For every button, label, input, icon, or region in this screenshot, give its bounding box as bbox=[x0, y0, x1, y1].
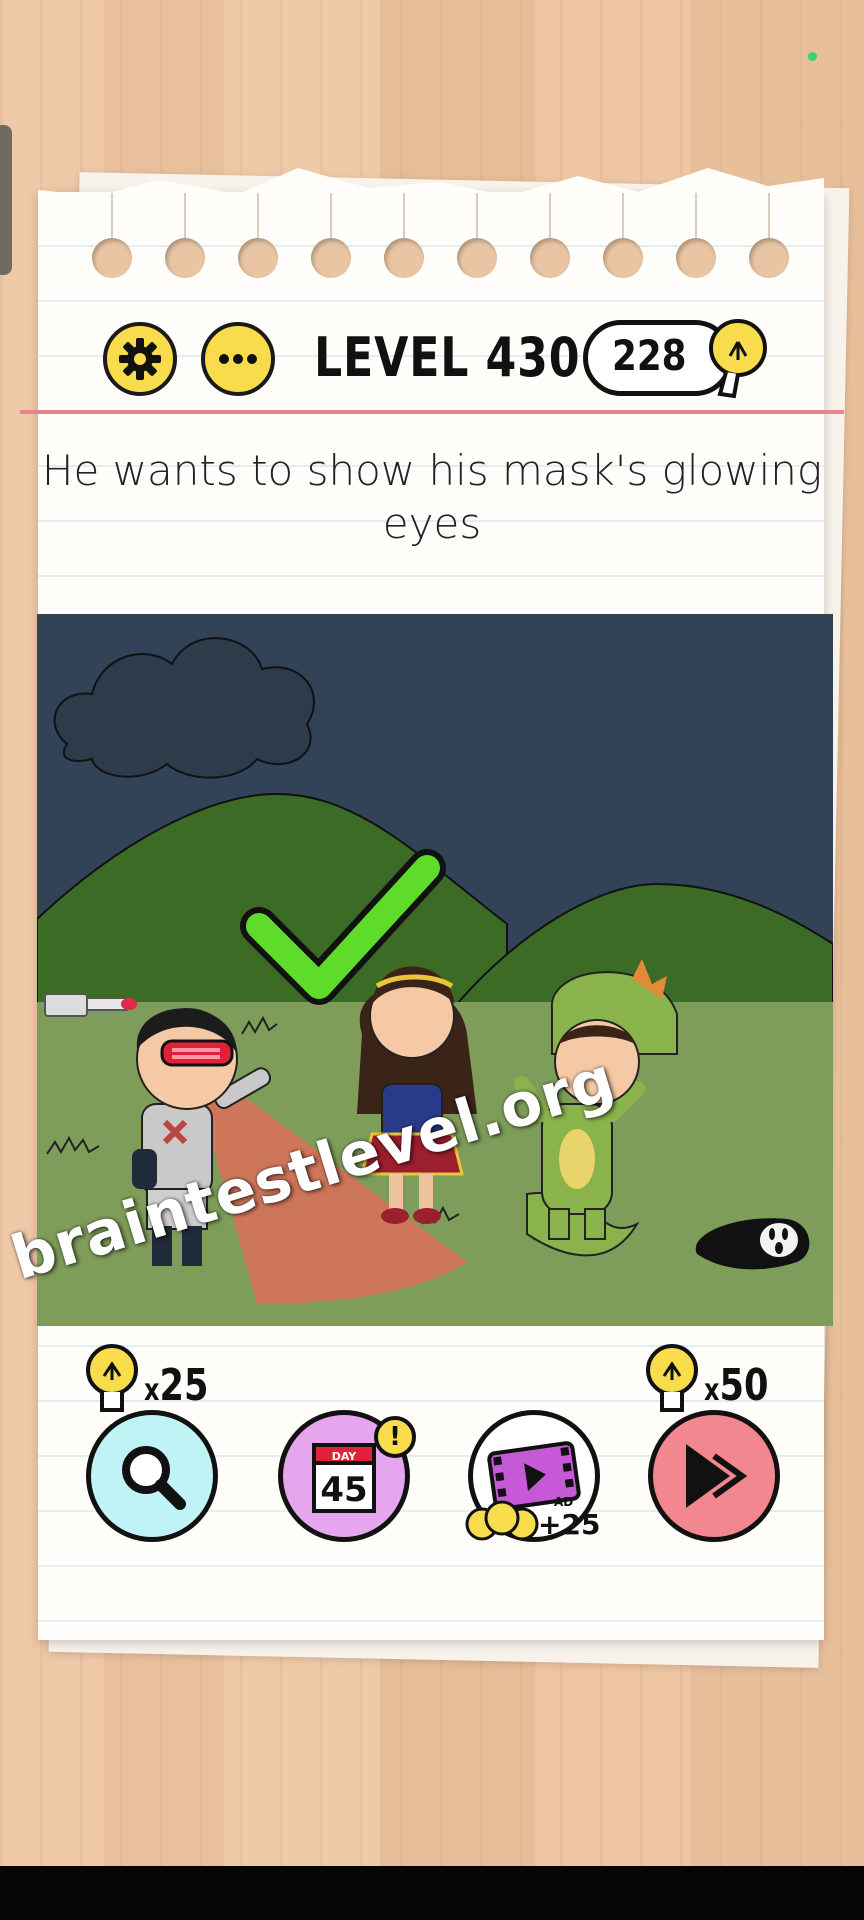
level-title: LEVEL 430 bbox=[314, 326, 581, 389]
lightbulb-icon bbox=[646, 1344, 698, 1412]
search-cost-value: 25 bbox=[159, 1360, 209, 1411]
ellipsis-icon bbox=[219, 354, 257, 364]
cloud[interactable] bbox=[53, 637, 315, 779]
skip-cost: x50 bbox=[704, 1360, 768, 1411]
hills bbox=[37, 792, 833, 1005]
calendar-day-number: 45 bbox=[320, 1470, 367, 1510]
hint-count-value: 228 bbox=[612, 331, 687, 380]
skip-cost-value: 50 bbox=[719, 1360, 769, 1411]
daily-badge: ! bbox=[374, 1416, 416, 1458]
binder-holes bbox=[92, 193, 802, 278]
calendar-icon: DAY 45 bbox=[312, 1443, 376, 1513]
skip-level-button[interactable] bbox=[648, 1410, 780, 1542]
lightbulb-icon bbox=[709, 319, 767, 399]
lightbulb-icon bbox=[465, 1500, 539, 1541]
ad-reward: +25 bbox=[538, 1508, 601, 1541]
question-text: He wants to show his mask's glowing eyes bbox=[41, 446, 823, 548]
magnifier-icon bbox=[122, 1446, 186, 1510]
calendar-day-label: DAY bbox=[332, 1450, 358, 1463]
lightbulb-icon bbox=[86, 1344, 138, 1412]
gear-icon bbox=[119, 338, 161, 380]
search-hint-button[interactable] bbox=[86, 1410, 218, 1542]
settings-button[interactable] bbox=[103, 322, 177, 396]
search-cost: x25 bbox=[144, 1360, 208, 1411]
margin-rule bbox=[20, 410, 844, 414]
ad-label: AD bbox=[554, 1495, 573, 1509]
torn-paper-edge bbox=[38, 168, 824, 208]
cost-prefix: x bbox=[704, 1373, 720, 1408]
menu-button[interactable] bbox=[201, 322, 275, 396]
cost-prefix: x bbox=[144, 1373, 160, 1408]
status-indicator bbox=[808, 52, 817, 61]
system-navigation-bar bbox=[0, 1866, 864, 1920]
side-handle[interactable] bbox=[0, 125, 12, 275]
skip-icon bbox=[686, 1444, 748, 1508]
